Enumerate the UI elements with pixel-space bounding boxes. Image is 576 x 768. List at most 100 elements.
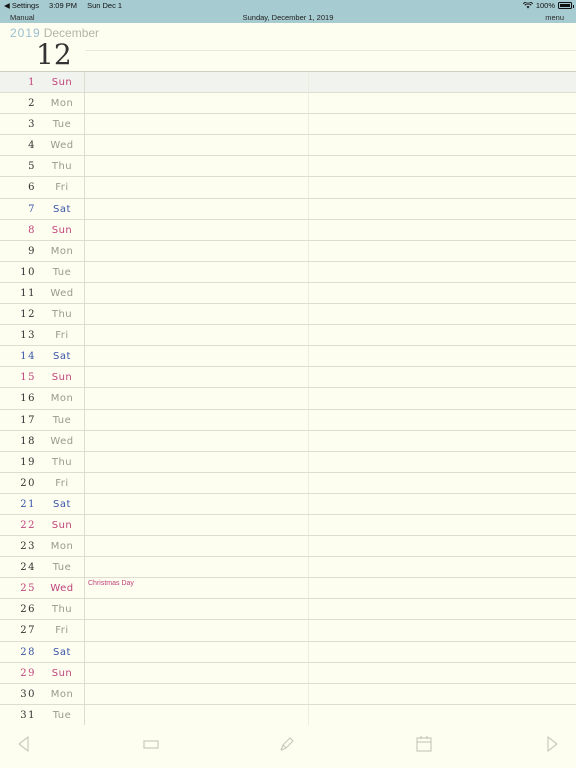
day-row[interactable]: 7 Sat <box>0 198 576 220</box>
day-row[interactable]: 31 Tue <box>0 704 576 726</box>
nav-title: Sunday, December 1, 2019 <box>242 13 334 22</box>
day-of-week: Tue <box>52 414 72 426</box>
column-divider <box>84 240 85 261</box>
day-row[interactable]: 28 Sat <box>0 641 576 663</box>
month-header: 2019 December 12 <box>0 23 576 72</box>
day-row[interactable]: 14 Sat <box>0 346 576 368</box>
nav-bar: Manual Sunday, December 1, 2019 menu <box>0 11 576 23</box>
column-divider <box>308 536 309 557</box>
column-divider <box>308 325 309 346</box>
column-divider <box>308 514 309 536</box>
event-label[interactable]: Christmas Day <box>88 580 134 587</box>
day-row[interactable]: 23 Mon <box>0 536 576 558</box>
status-date: Sun Dec 1 <box>87 1 123 10</box>
back-to-settings[interactable]: ◀ Settings <box>4 1 39 10</box>
day-row[interactable]: 1 Sun <box>0 72 576 94</box>
day-of-week: Sat <box>53 498 71 510</box>
column-divider <box>84 304 85 325</box>
day-row[interactable]: 18 Wed <box>0 430 576 452</box>
day-row[interactable]: 30 Mon <box>0 683 576 705</box>
day-row[interactable]: 5 Thu <box>0 156 576 178</box>
day-row[interactable]: 13 Fri <box>0 325 576 347</box>
status-time: 3:09 PM <box>49 1 77 10</box>
column-divider <box>84 578 85 599</box>
day-number: 15 <box>20 372 36 384</box>
day-of-week: Sat <box>53 203 71 215</box>
column-divider <box>84 177 85 198</box>
column-divider <box>308 240 309 261</box>
column-divider <box>308 367 309 388</box>
column-divider <box>84 536 85 557</box>
rectangle-icon[interactable] <box>141 734 161 754</box>
column-divider <box>84 493 85 514</box>
pen-icon[interactable] <box>277 734 297 754</box>
column-divider <box>308 346 309 367</box>
column-divider <box>84 388 85 409</box>
day-row[interactable]: 22 Sun <box>0 514 576 537</box>
calendar-icon[interactable] <box>414 734 434 754</box>
day-row[interactable]: 8 Sun <box>0 219 576 241</box>
column-divider <box>308 557 309 578</box>
day-number: 16 <box>20 393 36 405</box>
column-divider <box>308 599 309 620</box>
day-row[interactable]: 10 Tue <box>0 261 576 283</box>
day-row[interactable]: 19 Thu <box>0 451 576 473</box>
day-row[interactable]: 29 Sun <box>0 662 576 684</box>
day-row[interactable]: 20 Fri <box>0 472 576 494</box>
day-row[interactable]: 12 Thu <box>0 304 576 326</box>
column-divider <box>84 514 85 536</box>
day-number: 1 <box>28 77 36 88</box>
day-of-week: Tue <box>52 119 72 131</box>
column-divider <box>84 93 85 114</box>
day-row[interactable]: 27 Fri <box>0 620 576 642</box>
day-row[interactable]: 17 Tue <box>0 409 576 431</box>
day-row[interactable]: 4 Wed <box>0 135 576 157</box>
column-divider <box>308 662 309 683</box>
day-number: 7 <box>28 203 36 215</box>
day-row[interactable]: 2 Mon <box>0 93 576 115</box>
column-divider <box>308 114 309 135</box>
day-number: 19 <box>20 456 36 468</box>
day-number: 26 <box>20 604 36 616</box>
day-row[interactable]: 16 Mon <box>0 388 576 410</box>
day-row[interactable]: 11 Wed <box>0 282 576 305</box>
day-number: 21 <box>20 498 36 510</box>
day-number: 18 <box>20 435 36 447</box>
day-number: 4 <box>28 140 36 152</box>
day-list: 1 Sun 2 Mon 3 Tue 4 Wed 5 Thu 6 Fri 7 Sat 8 Sun 9 Mon 10 Tu… <box>0 72 576 726</box>
column-divider <box>308 430 309 451</box>
day-number: 5 <box>28 161 36 173</box>
day-row[interactable]: 9 Mon <box>0 240 576 262</box>
column-divider <box>84 325 85 346</box>
day-row[interactable]: 25 Wed Christmas Day <box>0 578 576 600</box>
day-of-week: Thu <box>51 161 73 173</box>
column-divider <box>308 683 309 704</box>
day-row[interactable]: 26 Thu <box>0 599 576 621</box>
column-divider <box>84 641 85 662</box>
header-divider <box>85 50 576 51</box>
day-number: 23 <box>20 541 36 553</box>
prev-arrow-icon[interactable] <box>14 734 34 754</box>
column-divider <box>308 704 309 725</box>
next-arrow-icon[interactable] <box>542 734 562 754</box>
column-divider <box>308 451 309 472</box>
column-divider <box>84 704 85 725</box>
day-row[interactable]: 3 Tue <box>0 114 576 136</box>
day-row[interactable]: 6 Fri <box>0 177 576 199</box>
day-row[interactable]: 24 Tue <box>0 557 576 579</box>
column-divider <box>84 156 85 177</box>
day-row[interactable]: 15 Sun <box>0 367 576 389</box>
day-number: 3 <box>28 119 36 131</box>
column-divider <box>84 599 85 620</box>
day-row[interactable]: 21 Sat <box>0 493 576 515</box>
column-divider <box>308 641 309 662</box>
column-divider <box>84 282 85 304</box>
column-divider <box>84 683 85 704</box>
day-of-week: Mon <box>50 688 74 700</box>
column-divider <box>308 493 309 514</box>
menu-button[interactable]: menu <box>545 13 564 22</box>
column-divider <box>308 156 309 177</box>
day-number: 17 <box>20 414 36 426</box>
day-of-week: Thu <box>51 456 73 468</box>
day-of-week: Sat <box>53 646 71 658</box>
